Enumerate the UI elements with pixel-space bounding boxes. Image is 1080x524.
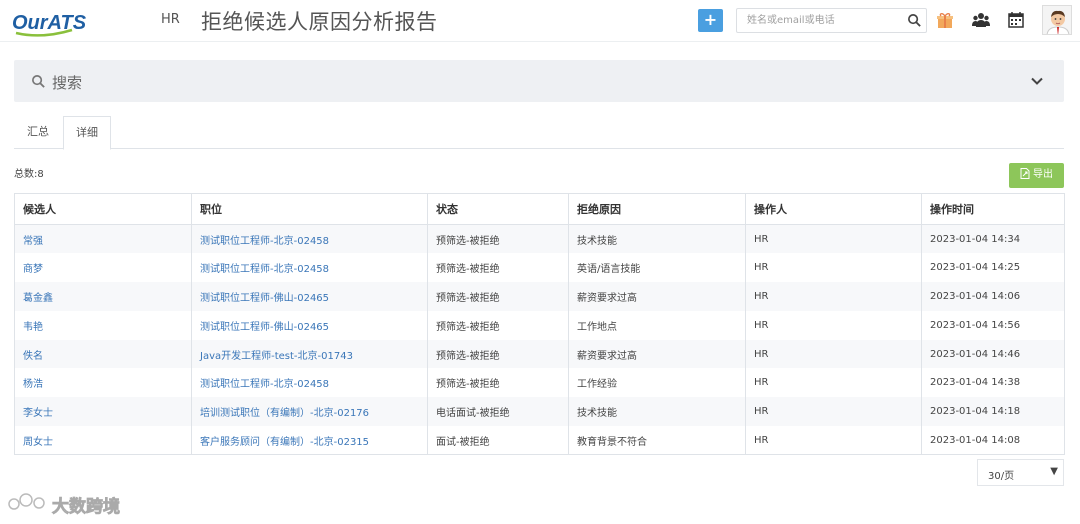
page-title: 拒绝候选人原因分析报告 (201, 10, 438, 34)
candidate-link[interactable]: 杨浩 (14, 368, 192, 398)
svg-text:OurATS: OurATS (12, 12, 87, 34)
status-cell: 预筛选-被拒绝 (427, 253, 569, 283)
column-header-time[interactable]: 操作时间 (921, 193, 1065, 225)
table-row: 周女士 客户服务顾问（有编制）-北京-02315 面试-被拒绝 教育背景不符合 … (14, 426, 1065, 455)
time-cell: 2023-01-04 14:06 (921, 282, 1065, 311)
search-icon[interactable] (907, 13, 922, 28)
status-cell: 预筛选-被拒绝 (427, 310, 569, 340)
status-cell: 预筛选-被拒绝 (427, 339, 569, 369)
operator-cell: HR (745, 339, 922, 369)
time-cell: 2023-01-04 14:08 (921, 426, 1065, 455)
detail-table: 候选人 职位 状态 拒绝原因 操作人 操作时间 常强 测试职位工程师-北京-02… (14, 193, 1065, 456)
candidate-link[interactable]: 周女士 (14, 426, 192, 455)
user-avatar[interactable] (1042, 5, 1072, 35)
calendar-icon[interactable] (1007, 11, 1025, 29)
operator-cell: HR (745, 224, 922, 254)
position-link[interactable]: 测试职位工程师-佛山-02465 (191, 310, 428, 340)
reason-cell: 教育背景不符合 (568, 426, 746, 455)
svg-text:大数跨境: 大数跨境 (52, 496, 120, 517)
chevron-down-icon[interactable] (1030, 74, 1044, 88)
role-label: HR (161, 12, 180, 27)
column-header-reason[interactable]: 拒绝原因 (568, 193, 746, 225)
tab-summary[interactable]: 汇总 (14, 116, 62, 149)
time-cell: 2023-01-04 14:25 (921, 253, 1065, 283)
candidate-link[interactable]: 佚名 (14, 339, 192, 369)
reason-cell: 英语/语言技能 (568, 253, 746, 283)
column-header-position[interactable]: 职位 (191, 193, 428, 225)
tab-detail[interactable]: 详细 (63, 116, 111, 150)
candidate-link[interactable]: 常强 (14, 224, 192, 254)
operator-cell: HR (745, 368, 922, 398)
candidate-link[interactable]: 韦艳 (14, 310, 192, 340)
status-cell: 预筛选-被拒绝 (427, 224, 569, 254)
avatar-icon (1043, 6, 1071, 34)
position-link[interactable]: 测试职位工程师-北京-02458 (191, 224, 428, 254)
top-header: OurATS HR 拒绝候选人原因分析报告 + (0, 0, 1080, 42)
table-header-row: 候选人 职位 状态 拒绝原因 操作人 操作时间 (14, 193, 1065, 225)
reason-cell: 技术技能 (568, 224, 746, 254)
column-header-candidate[interactable]: 候选人 (14, 193, 192, 225)
table-row: 杨浩 测试职位工程师-北京-02458 预筛选-被拒绝 工作经验 HR 2023… (14, 368, 1065, 398)
operator-cell: HR (745, 426, 922, 455)
operator-cell: HR (745, 397, 922, 427)
users-icon[interactable] (972, 11, 990, 29)
watermark-logo: 大数跨境 (8, 493, 120, 517)
page-size-value: 30/页 (988, 471, 1015, 482)
position-link[interactable]: 培训测试职位（有编制）-北京-02176 (191, 397, 428, 427)
status-cell: 预筛选-被拒绝 (427, 282, 569, 311)
table-row: 佚名 Java开发工程师-test-北京-01743 预筛选-被拒绝 薪资要求过… (14, 339, 1065, 369)
add-button[interactable]: + (698, 9, 723, 32)
global-search (736, 8, 927, 33)
time-cell: 2023-01-04 14:56 (921, 310, 1065, 340)
table-row: 常强 测试职位工程师-北京-02458 预筛选-被拒绝 技术技能 HR 2023… (14, 224, 1065, 254)
position-link[interactable]: Java开发工程师-test-北京-01743 (191, 339, 428, 369)
operator-cell: HR (745, 253, 922, 283)
position-link[interactable]: 测试职位工程师-佛山-02465 (191, 282, 428, 311)
global-search-input[interactable] (737, 9, 902, 32)
table-row: 商梦 测试职位工程师-北京-02458 预筛选-被拒绝 英语/语言技能 HR 2… (14, 253, 1065, 283)
plus-icon: + (703, 10, 718, 29)
export-file-icon (1020, 168, 1030, 179)
reason-cell: 工作地点 (568, 310, 746, 340)
reason-cell: 薪资要求过高 (568, 282, 746, 311)
gift-icon[interactable] (936, 11, 954, 29)
column-header-operator[interactable]: 操作人 (745, 193, 922, 225)
position-link[interactable]: 测试职位工程师-北京-02458 (191, 368, 428, 398)
status-cell: 电话面试-被拒绝 (427, 397, 569, 427)
time-cell: 2023-01-04 14:18 (921, 397, 1065, 427)
position-link[interactable]: 客户服务顾问（有编制）-北京-02315 (191, 426, 428, 455)
time-cell: 2023-01-04 14:46 (921, 339, 1065, 369)
column-header-status[interactable]: 状态 (427, 193, 569, 225)
total-count: 总数:8 (14, 169, 44, 180)
caret-down-icon: ▼ (1050, 466, 1058, 477)
candidate-link[interactable]: 葛金鑫 (14, 282, 192, 311)
search-panel-label: 搜索 (52, 74, 83, 92)
search-panel[interactable]: 搜索 (14, 60, 1064, 102)
export-button[interactable]: 导出 (1009, 163, 1064, 188)
status-cell: 预筛选-被拒绝 (427, 368, 569, 398)
table-row: 葛金鑫 测试职位工程师-佛山-02465 预筛选-被拒绝 薪资要求过高 HR 2… (14, 282, 1065, 311)
candidate-link[interactable]: 商梦 (14, 253, 192, 283)
export-label: 导出 (1033, 169, 1053, 180)
ourats-logo[interactable]: OurATS (12, 6, 92, 38)
operator-cell: HR (745, 310, 922, 340)
time-cell: 2023-01-04 14:34 (921, 224, 1065, 254)
table-row: 韦艳 测试职位工程师-佛山-02465 预筛选-被拒绝 工作地点 HR 2023… (14, 310, 1065, 340)
reason-cell: 技术技能 (568, 397, 746, 427)
table-row: 李女士 培训测试职位（有编制）-北京-02176 电话面试-被拒绝 技术技能 H… (14, 397, 1065, 427)
candidate-link[interactable]: 李女士 (14, 397, 192, 427)
search-icon (32, 75, 45, 88)
time-cell: 2023-01-04 14:38 (921, 368, 1065, 398)
reason-cell: 薪资要求过高 (568, 339, 746, 369)
status-cell: 面试-被拒绝 (427, 426, 569, 455)
report-tabs: 汇总 详细 (14, 116, 1064, 150)
operator-cell: HR (745, 282, 922, 311)
page-size-select[interactable]: 30/页 ▼ (977, 459, 1064, 486)
reason-cell: 工作经验 (568, 368, 746, 398)
position-link[interactable]: 测试职位工程师-北京-02458 (191, 253, 428, 283)
